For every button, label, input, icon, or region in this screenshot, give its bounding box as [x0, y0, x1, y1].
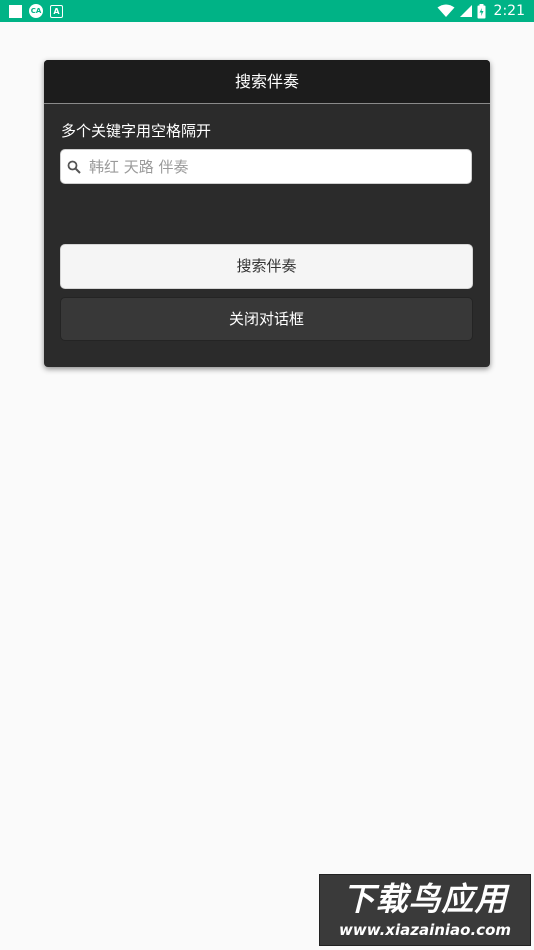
status-bar-left: CA A	[9, 4, 63, 18]
status-bar: CA A 2:21	[0, 0, 534, 22]
watermark-title: 下载鸟应用	[342, 880, 508, 918]
search-field[interactable]	[60, 149, 472, 184]
search-input[interactable]	[89, 150, 465, 183]
keyword-hint-label: 多个关键字用空格隔开	[61, 122, 212, 140]
status-time: 2:21	[493, 3, 525, 19]
close-dialog-button[interactable]: 关闭对话框	[60, 297, 473, 341]
watermark-logo: 下载鸟应用 www.xiazainiao.com	[319, 874, 531, 946]
app-notification-icon: CA	[29, 4, 43, 18]
a-notification-icon: A	[50, 4, 63, 18]
watermark-url: www.xiazainiao.com	[338, 921, 512, 939]
cell-signal-icon	[459, 5, 472, 17]
search-accompaniment-dialog: 搜索伴奏 多个关键字用空格隔开 搜索伴奏 关闭对话框	[44, 60, 490, 367]
battery-icon	[477, 3, 486, 18]
search-accompaniment-button[interactable]: 搜索伴奏	[60, 244, 473, 289]
wifi-icon	[437, 4, 455, 17]
search-icon	[67, 160, 81, 174]
notification-square-icon	[9, 4, 22, 18]
status-bar-right: 2:21	[437, 2, 525, 20]
dialog-title: 搜索伴奏	[44, 60, 490, 104]
